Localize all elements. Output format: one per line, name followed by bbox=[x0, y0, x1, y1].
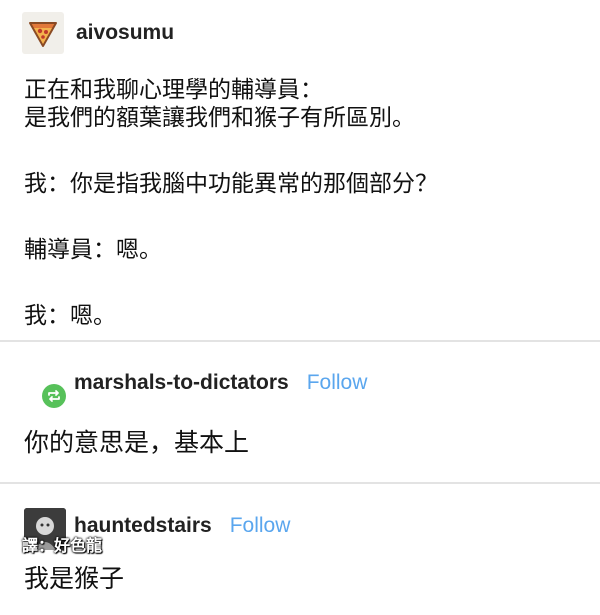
post-username[interactable]: aivosumu bbox=[76, 21, 174, 45]
divider bbox=[0, 340, 600, 342]
reblog-text: 你的意思是，基本上 bbox=[24, 428, 250, 457]
post-header: aivosumu bbox=[22, 12, 174, 54]
follow-button[interactable]: Follow bbox=[230, 514, 291, 538]
reblog-header: hauntedstairs Follow bbox=[74, 514, 290, 538]
divider bbox=[0, 482, 600, 484]
reblog-text: 我是猴子 bbox=[24, 564, 125, 593]
reblog-header: marshals-to-dictators Follow bbox=[74, 371, 367, 395]
post-body: 正在和我聊心理學的輔導員： 是我們的額葉讓我們和猴子有所區別。 我：你是指我腦中… bbox=[24, 76, 584, 330]
pizza-slice-icon bbox=[29, 22, 57, 47]
post-line: 輔導員：嗯。 bbox=[24, 237, 162, 263]
post-line: 我：嗯。 bbox=[24, 303, 116, 329]
reblog-icon bbox=[42, 384, 66, 408]
post-line: 正在和我聊心理學的輔導員： bbox=[24, 77, 323, 103]
translator-watermark: 譯：好色龍 bbox=[22, 536, 103, 555]
post-line: 是我們的額葉讓我們和猴子有所區別。 bbox=[24, 105, 415, 131]
post-line: 我：你是指我腦中功能異常的那個部分？ bbox=[24, 171, 438, 197]
reblog-username[interactable]: marshals-to-dictators bbox=[74, 371, 289, 395]
avatar[interactable] bbox=[22, 12, 64, 54]
follow-button[interactable]: Follow bbox=[307, 371, 368, 395]
